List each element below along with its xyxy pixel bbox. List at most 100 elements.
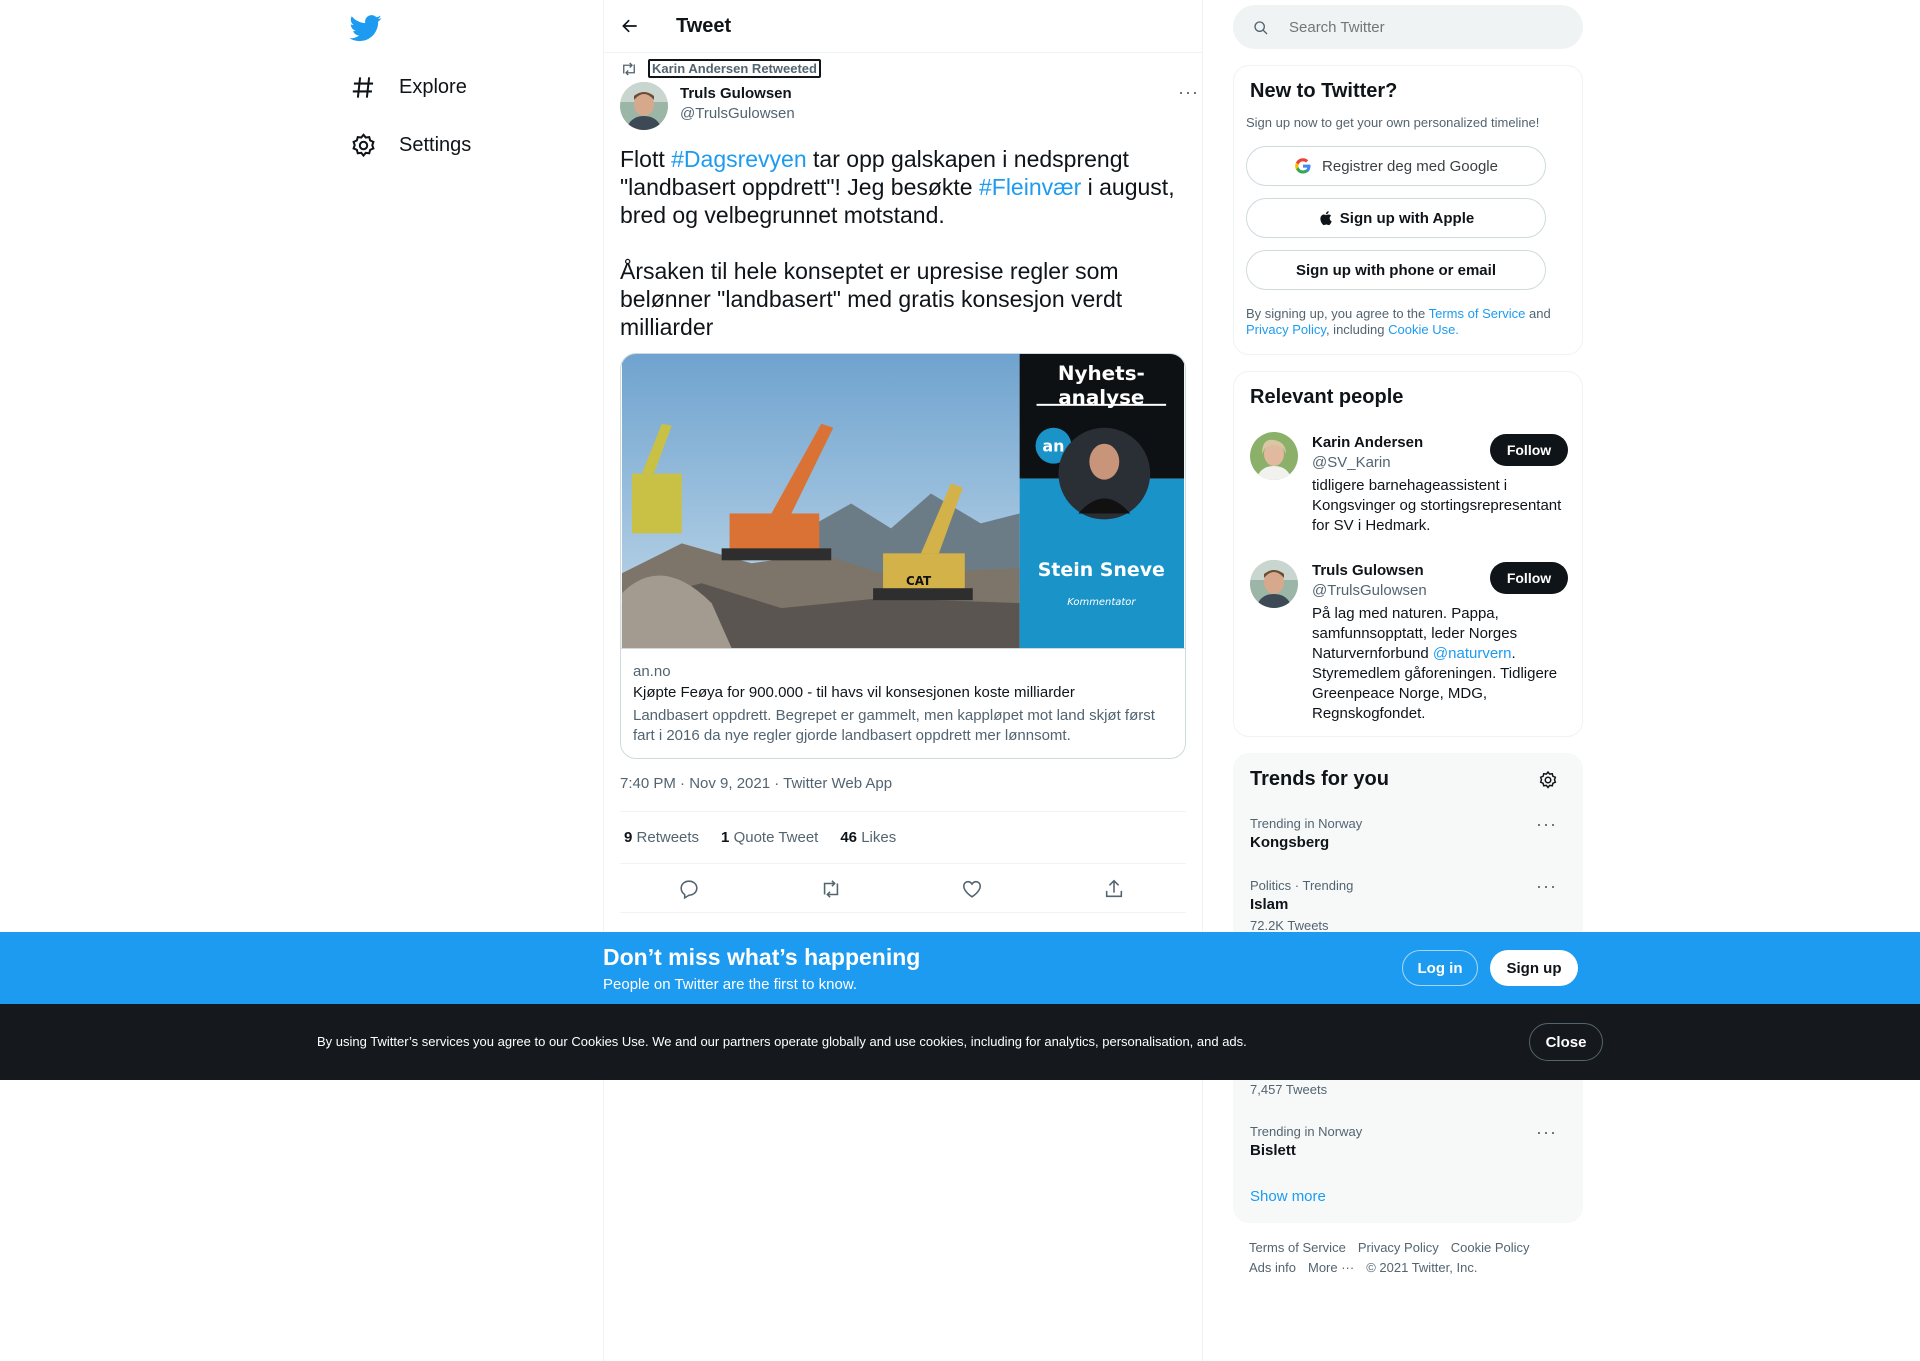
login-button[interactable]: Log in	[1402, 950, 1478, 986]
cookie-close-button[interactable]: Close	[1529, 1023, 1603, 1061]
trend-name: Bislett	[1250, 1142, 1296, 1159]
footer-link[interactable]: Cookie Policy	[1451, 1240, 1530, 1255]
trend-context: Trending in Norway	[1250, 816, 1363, 831]
trend-name: Islam	[1250, 896, 1289, 913]
new-to-twitter-subtitle: Sign up now to get your own personalized…	[1246, 115, 1540, 130]
tweet-timestamp[interactable]: 7:40 PM · Nov 9, 2021 · Twitter Web App	[620, 775, 892, 792]
google-signup-button[interactable]: Registrer deg med Google	[1246, 146, 1546, 186]
author-avatar-image	[620, 82, 668, 130]
card-description: Landbasert oppdrett. Begrepet er gammelt…	[633, 707, 1155, 744]
tweet-column: Tweet Karin Andersen Retweeted Truls Gul…	[603, 0, 1203, 1361]
apple-signup-label: Sign up with Apple	[1339, 209, 1475, 227]
retweet-action-icon[interactable]	[820, 878, 842, 900]
author-avatar[interactable]	[620, 82, 668, 130]
privacy-policy-link[interactable]: Privacy Policy	[1246, 322, 1326, 337]
tweet-stats: 9 Retweets 1 Quote Tweet 46 Likes	[620, 811, 1186, 864]
banner-title: Don’t miss what’s happening	[603, 944, 921, 970]
footer-link[interactable]: Terms of Service	[1249, 1240, 1346, 1255]
trend-more-button[interactable]: ···	[1536, 1122, 1557, 1143]
person-avatar-image	[1250, 560, 1298, 608]
footer-links: Terms of Service Privacy Policy Cookie Pol…	[1249, 1240, 1542, 1255]
terms-text: and	[1525, 306, 1551, 321]
cookie-text: By using Twitter’s services you agree to…	[317, 1034, 1247, 1049]
follow-button[interactable]: Follow	[1490, 434, 1568, 466]
share-icon[interactable]	[1103, 878, 1125, 900]
signup-banner: Don’t miss what’s happening People on Tw…	[0, 932, 1920, 1004]
follow-button[interactable]: Follow	[1490, 562, 1568, 594]
card-badge-line1: Nyhets-	[1058, 362, 1145, 385]
twitter-logo-icon[interactable]	[350, 12, 382, 44]
author-handle[interactable]: @TrulsGulowsen	[680, 105, 795, 122]
like-icon[interactable]	[961, 878, 983, 900]
gear-icon[interactable]	[1538, 770, 1558, 790]
person-avatar[interactable]	[1250, 432, 1298, 480]
person-handle[interactable]: @SV_Karin	[1312, 454, 1391, 471]
tweet-actions	[620, 864, 1186, 913]
nav-explore-label: Explore	[399, 75, 467, 98]
trend-context: Politics · Trending	[1250, 878, 1354, 893]
retweets-label: Retweets	[636, 829, 700, 846]
search-input[interactable]	[1289, 5, 1569, 49]
nav-settings[interactable]: Settings	[350, 125, 471, 165]
phone-signup-button[interactable]: Sign up with phone or email	[1246, 250, 1546, 290]
new-to-twitter-title: New to Twitter?	[1250, 80, 1398, 102]
retweets-stat[interactable]: 9 Retweets	[624, 829, 699, 846]
footer-link[interactable]: More ···	[1308, 1260, 1354, 1275]
trend-count: 72.2K Tweets	[1250, 918, 1329, 933]
show-more-link[interactable]: Show more	[1250, 1188, 1326, 1205]
tweet-more-button[interactable]: ···	[1178, 82, 1199, 103]
quotes-stat[interactable]: 1 Quote Tweet	[721, 829, 818, 846]
trend-more-button[interactable]: ···	[1536, 876, 1557, 897]
more-icon: ···	[1536, 1122, 1557, 1142]
tweet-text: Flott #Dagsrevyen tar opp galskapen i ne…	[620, 145, 1190, 341]
tweet-header: Tweet	[604, 0, 1202, 53]
footer-link[interactable]: Privacy Policy	[1358, 1240, 1439, 1255]
nav-settings-label: Settings	[399, 133, 472, 156]
page-title: Tweet	[676, 15, 732, 37]
arrow-left-icon	[622, 19, 637, 33]
terms-of-service-link[interactable]: Terms of Service	[1429, 306, 1526, 321]
cookie-banner: By using Twitter’s services you agree to…	[0, 1004, 1920, 1080]
more-icon: ···	[1536, 876, 1557, 896]
hashtag-link[interactable]: #Dagsrevyen	[671, 146, 807, 172]
person-handle[interactable]: @TrulsGulowsen	[1312, 582, 1427, 599]
person-name[interactable]: Karin Andersen	[1312, 434, 1423, 451]
likes-label: Likes	[861, 829, 897, 846]
card-domain: an.no	[633, 663, 671, 680]
relevant-people-panel: Relevant people Karin Andersen @SV_Karin…	[1233, 371, 1583, 737]
footer-link[interactable]: Ads info	[1249, 1260, 1296, 1275]
trend-more-button[interactable]: ···	[1536, 814, 1557, 835]
person-name[interactable]: Truls Gulowsen	[1312, 562, 1424, 579]
search-icon	[1254, 21, 1268, 35]
relevant-people-title: Relevant people	[1250, 386, 1404, 408]
gear-icon	[352, 132, 375, 157]
link-card[interactable]: CAT Nyhets- analyse an Stein Sneve Komme…	[620, 353, 1186, 759]
reply-icon[interactable]	[678, 878, 700, 900]
more-icon: ···	[1536, 814, 1557, 834]
card-author-name: Stein Sneve	[1038, 559, 1165, 581]
hashtag-link[interactable]: #Fleinvær	[979, 174, 1081, 200]
retweeted-by-link[interactable]: Karin Andersen Retweeted	[648, 59, 821, 78]
author-name[interactable]: Truls Gulowsen	[680, 85, 792, 102]
card-author-role: Kommentator	[1067, 597, 1136, 608]
cookie-use-link[interactable]: Cookie Use.	[1388, 322, 1459, 337]
google-signup-label: Registrer deg med Google	[1322, 157, 1498, 175]
hashtag-icon	[352, 76, 374, 98]
back-button[interactable]	[616, 12, 644, 40]
likes-stat[interactable]: 46 Likes	[840, 829, 896, 846]
search-box[interactable]	[1233, 5, 1583, 49]
retweet-context: Karin Andersen Retweeted	[620, 59, 821, 78]
retweets-count: 9	[624, 829, 633, 846]
trend-count: 7,457 Tweets	[1250, 1082, 1328, 1097]
terms-text: , including	[1325, 322, 1389, 337]
signup-button[interactable]: Sign up	[1490, 950, 1578, 986]
trends-title: Trends for you	[1250, 768, 1389, 790]
nav-explore[interactable]: Explore	[350, 67, 467, 107]
quotes-count: 1	[721, 829, 730, 846]
person-avatar[interactable]	[1250, 560, 1298, 608]
machine-label: CAT	[906, 574, 932, 588]
person-bio: På lag med naturen. Pappa, samfunnsoppta…	[1312, 604, 1574, 724]
mention-link[interactable]: @naturvern	[1433, 645, 1512, 662]
apple-signup-button[interactable]: Sign up with Apple	[1246, 198, 1546, 238]
likes-count: 46	[840, 829, 858, 846]
